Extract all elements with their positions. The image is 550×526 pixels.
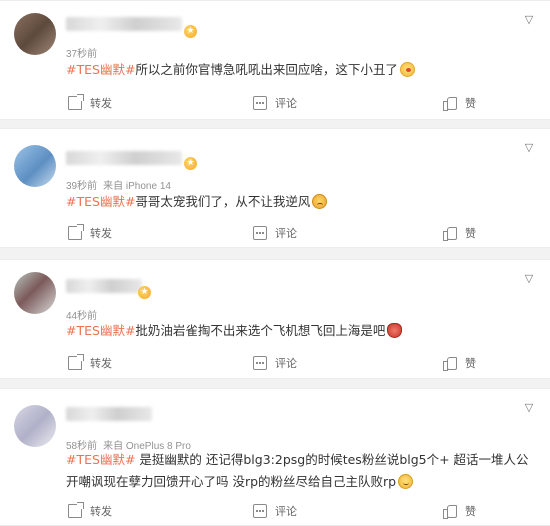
username-blurred[interactable] xyxy=(66,151,182,165)
comment-card: ★ ▽ 44秒前 #TES幽默#批奶油岩雀掏不出来选个飞机想飞回上海是吧 转发 … xyxy=(0,259,550,379)
comment-text: #TES幽默# 是挺幽默的 还记得blg3:2psg的时候tes粉丝说blg5个… xyxy=(66,452,529,489)
like-button[interactable]: 赞 xyxy=(443,223,476,243)
smile-emoji-icon xyxy=(398,474,414,489)
comment-icon xyxy=(253,356,267,370)
hashtag-link[interactable]: #TES幽默# xyxy=(66,194,135,209)
username-blurred[interactable] xyxy=(66,17,182,31)
like-button[interactable]: 赞 xyxy=(443,501,476,521)
comment-meta: 37秒前 xyxy=(66,45,97,60)
comment-icon xyxy=(253,96,267,110)
comment-button[interactable]: 评论 xyxy=(253,223,297,243)
comment-icon xyxy=(253,504,267,518)
chevron-down-icon[interactable]: ▽ xyxy=(522,13,536,27)
avatar[interactable] xyxy=(14,13,56,55)
thumbs-up-icon xyxy=(443,504,457,519)
repost-button[interactable]: 转发 xyxy=(68,223,112,243)
username-blurred[interactable] xyxy=(66,407,152,421)
comment-button[interactable]: 评论 xyxy=(253,93,297,113)
comment-text: #TES幽默#批奶油岩雀掏不出来选个飞机想飞回上海是吧 xyxy=(66,320,534,342)
thumbs-up-icon xyxy=(443,226,457,241)
thumbs-up-icon xyxy=(443,96,457,111)
comment-meta: 39秒前 来自 iPhone 14 xyxy=(66,177,171,192)
like-button[interactable]: 赞 xyxy=(443,93,476,113)
comment-text: #TES幽默#所以之前你官博急吼吼出来回应啥，这下小丑了 xyxy=(66,59,534,81)
comment-button[interactable]: 评论 xyxy=(253,353,297,373)
chevron-down-icon[interactable]: ▽ xyxy=(522,272,536,286)
chevron-down-icon[interactable]: ▽ xyxy=(522,141,536,155)
comment-card: ★ ▽ 37秒前 #TES幽默#所以之前你官博急吼吼出来回应啥，这下小丑了 转发… xyxy=(0,0,550,120)
angry-emoji-icon xyxy=(387,323,403,338)
comment-icon xyxy=(253,226,267,240)
repost-icon xyxy=(68,354,84,370)
action-bar: 转发 评论 赞 xyxy=(0,501,550,521)
repost-icon xyxy=(68,502,84,518)
avatar[interactable] xyxy=(14,405,56,447)
comment-card: ★ ▽ 39秒前 来自 iPhone 14 #TES幽默#哥哥太宠我们了，从不让我… xyxy=(0,128,550,248)
action-bar: 转发 评论 赞 xyxy=(0,223,550,243)
repost-button[interactable]: 转发 xyxy=(68,501,112,521)
repost-button[interactable]: 转发 xyxy=(68,93,112,113)
username-blurred[interactable] xyxy=(66,279,142,293)
action-bar: 转发 评论 赞 xyxy=(0,93,550,113)
thumbs-up-icon xyxy=(443,356,457,371)
like-button[interactable]: 赞 xyxy=(443,353,476,373)
clown-emoji-icon xyxy=(399,62,415,77)
comment-text: #TES幽默#哥哥太宠我们了，从不让我逆风 xyxy=(66,191,534,213)
repost-icon xyxy=(68,224,84,240)
vip-badge-icon: ★ xyxy=(184,157,197,170)
comment-card: ▽ 58秒前 来自 OnePlus 8 Pro #TES幽默# 是挺幽默的 还记得… xyxy=(0,388,550,526)
action-bar: 转发 评论 赞 xyxy=(0,353,550,373)
sad-emoji-icon xyxy=(312,194,328,209)
comment-button[interactable]: 评论 xyxy=(253,501,297,521)
vip-badge-icon: ★ xyxy=(138,286,151,299)
avatar[interactable] xyxy=(14,272,56,314)
avatar[interactable] xyxy=(14,145,56,187)
repost-button[interactable]: 转发 xyxy=(68,353,112,373)
hashtag-link[interactable]: #TES幽默# xyxy=(66,62,135,77)
vip-badge-icon: ★ xyxy=(184,25,197,38)
chevron-down-icon[interactable]: ▽ xyxy=(522,401,536,415)
comment-feed: ★ ▽ 37秒前 #TES幽默#所以之前你官博急吼吼出来回应啥，这下小丑了 转发… xyxy=(0,0,550,526)
repost-icon xyxy=(68,94,84,110)
hashtag-link[interactable]: #TES幽默# xyxy=(66,323,135,338)
hashtag-link[interactable]: #TES幽默# xyxy=(66,452,135,467)
